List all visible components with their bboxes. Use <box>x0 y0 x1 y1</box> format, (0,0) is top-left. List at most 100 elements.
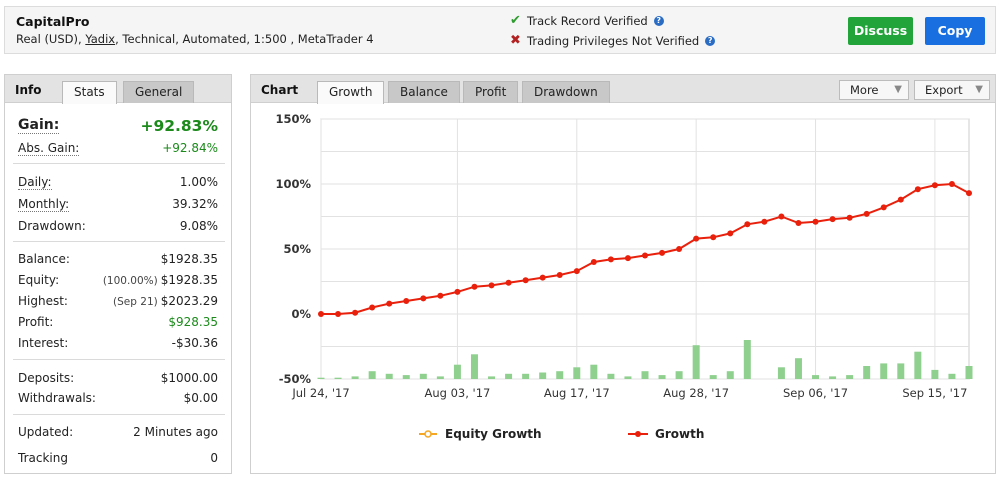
deposits-row: Deposits: $1000.00 <box>5 371 231 391</box>
cross-icon: ✖ <box>510 33 521 48</box>
broker-link[interactable]: Yadix <box>85 32 115 46</box>
help-icon[interactable]: ? <box>705 35 716 46</box>
x-tick-label: Aug 03, '17 <box>424 386 490 400</box>
withdrawals-row: Withdrawals: $0.00 <box>5 391 231 411</box>
tab-profit[interactable]: Profit <box>463 81 519 103</box>
y-tick-label: -50% <box>279 372 312 386</box>
monthly-value: 39.32% <box>172 197 218 211</box>
profit-row: Profit: $928.35 <box>5 315 231 335</box>
drawdown-row: Drawdown: 9.08% <box>5 219 231 239</box>
growth-point <box>454 288 461 295</box>
account-description: Real (USD), Yadix, Technical, Automated,… <box>16 32 374 46</box>
equity-value: (100.00%) $1928.35 <box>103 273 218 287</box>
account-header: CapitalPro Real (USD), Yadix, Technical,… <box>4 6 996 54</box>
volume-bar <box>880 363 888 379</box>
abs-gain-label[interactable]: Abs. Gain: <box>18 141 80 156</box>
growth-point <box>693 235 700 242</box>
growth-point <box>352 309 359 316</box>
volume-bar <box>914 351 922 379</box>
legend-equity-marker <box>424 430 432 438</box>
more-dropdown[interactable]: More ▼ <box>839 80 909 100</box>
growth-point <box>505 279 512 286</box>
tracking-label: Tracking <box>18 451 68 465</box>
volume-bar <box>675 371 683 379</box>
info-panel: Info Stats General Gain: +92.83% Abs. Ga… <box>4 74 232 474</box>
daily-row: Daily: 1.00% <box>5 175 231 195</box>
tab-growth[interactable]: Growth <box>317 81 385 104</box>
growth-point <box>403 298 410 304</box>
trading-privileges-label: Trading Privileges Not Verified <box>527 33 700 48</box>
volume-bar <box>505 373 513 379</box>
growth-point <box>437 292 444 299</box>
growth-point <box>556 272 563 278</box>
tab-balance[interactable]: Balance <box>388 81 460 103</box>
y-tick-label: 0% <box>291 307 311 321</box>
growth-point <box>488 282 495 289</box>
x-tick-label: Aug 28, '17 <box>663 386 729 400</box>
discuss-button[interactable]: Discuss <box>848 17 913 45</box>
chevron-down-icon: ▼ <box>975 84 983 95</box>
abs-gain-row: Abs. Gain: +92.84% <box>5 141 231 161</box>
volume-bar <box>436 376 444 379</box>
equity-label: Equity: <box>18 273 60 287</box>
volume-bar <box>453 364 461 379</box>
copy-button[interactable]: Copy <box>925 17 985 45</box>
export-dropdown[interactable]: Export ▼ <box>914 80 990 100</box>
deposits-value: $1000.00 <box>160 371 218 385</box>
growth-point <box>659 249 666 256</box>
growth-chart[interactable]: -50% 0% 50% 100% 150% Jul 24, '17 Aug 03, '17 A… <box>251 104 995 474</box>
volume-bar <box>897 363 905 379</box>
y-tick-label: 100% <box>275 177 311 191</box>
volume-bar <box>709 375 717 379</box>
volume-bar <box>863 366 871 379</box>
growth-point <box>727 230 734 237</box>
balance-value: $1928.35 <box>160 252 218 266</box>
divider <box>13 359 225 360</box>
drawdown-label: Drawdown: <box>18 219 86 233</box>
equity-row: Equity: (100.00%) $1928.35 <box>5 273 231 293</box>
volume-bar <box>470 354 478 379</box>
withdrawals-label: Withdrawals: <box>18 391 96 405</box>
growth-point <box>812 218 819 225</box>
interest-value: -$30.36 <box>171 336 218 350</box>
highest-amount: $2023.29 <box>160 294 218 308</box>
highest-value: (Sep 21) $2023.29 <box>113 294 218 308</box>
chart-tabs: Chart Growth Balance Profit Drawdown Mor… <box>251 75 995 104</box>
tab-general[interactable]: General <box>123 81 195 103</box>
growth-point <box>573 268 580 275</box>
highest-label: Highest: <box>18 294 68 308</box>
volume-bar <box>590 364 598 379</box>
abs-gain-value: +92.84% <box>162 141 218 155</box>
help-icon[interactable]: ? <box>653 15 664 26</box>
legend-growth-marker <box>635 431 641 437</box>
x-tick-label: Jul 24, '17 <box>291 386 349 400</box>
account-desc-prefix: Real (USD), <box>16 32 86 46</box>
track-record-label: Track Record Verified <box>527 13 648 28</box>
tab-stats[interactable]: Stats <box>62 81 117 104</box>
balance-label: Balance: <box>18 252 70 266</box>
info-tabs: Info Stats General <box>5 75 231 104</box>
volume-bar <box>948 373 956 379</box>
volume-bar <box>965 366 973 379</box>
volume-bar <box>846 375 854 379</box>
gain-value: +92.83% <box>140 117 218 135</box>
tab-drawdown[interactable]: Drawdown <box>522 81 610 103</box>
daily-value: 1.00% <box>179 175 218 189</box>
volume-bar <box>419 373 427 379</box>
x-tick-label: Sep 06, '17 <box>783 386 848 400</box>
drawdown-value: 9.08% <box>179 219 218 233</box>
track-record-status: ✔ Track Record Verified ? <box>510 13 664 28</box>
daily-label[interactable]: Daily: <box>18 175 52 190</box>
volume-bar <box>522 373 530 379</box>
updated-row: Updated: 2 Minutes ago <box>5 425 231 445</box>
growth-point <box>931 182 938 189</box>
volume-bar <box>794 358 802 379</box>
growth-point <box>897 196 904 203</box>
check-icon: ✔ <box>510 13 521 28</box>
volume-bar <box>573 367 581 379</box>
monthly-label[interactable]: Monthly: <box>18 197 70 212</box>
gain-label[interactable]: Gain: <box>18 117 60 134</box>
volume-bar <box>658 375 666 379</box>
growth-point <box>744 221 751 228</box>
tracking-row: Tracking 0 <box>5 451 231 471</box>
